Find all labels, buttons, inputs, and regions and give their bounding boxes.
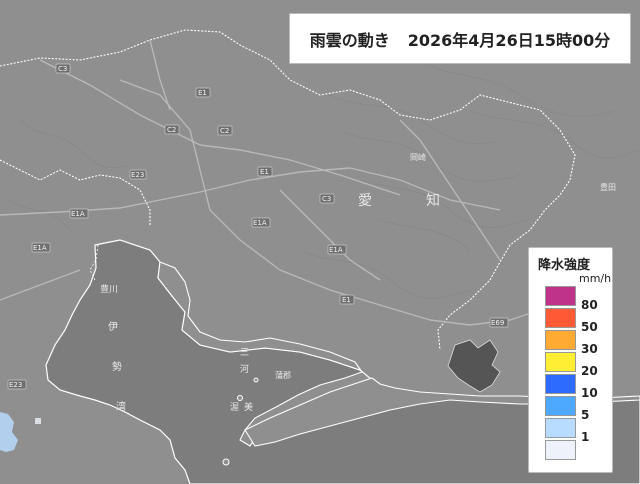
svg-text:E69: E69 — [491, 319, 504, 327]
legend-level-label: 5 — [581, 408, 590, 422]
legend-swatch — [545, 286, 576, 306]
precipitation-legend: 降水強度 mm/h 80 50 30 20 10 5 1 — [528, 247, 613, 473]
legend-level-label: 50 — [581, 320, 598, 334]
legend-title: 降水強度 — [538, 258, 591, 273]
road-badge: E1A — [69, 208, 89, 219]
svg-text:E23: E23 — [9, 381, 22, 389]
road-badge: E23 — [129, 169, 147, 180]
rain-cell — [35, 418, 41, 424]
legend-swatch — [545, 440, 576, 460]
road-badge: C2 — [164, 124, 180, 135]
legend-swatch — [545, 308, 576, 328]
legend-level-label: 10 — [581, 386, 598, 400]
place-label: 勢 — [112, 360, 122, 373]
svg-text:E1: E1 — [342, 296, 351, 304]
legend-swatch — [545, 418, 576, 438]
place-label: 美 — [244, 401, 253, 413]
legend-swatch — [545, 352, 576, 372]
region-char: 愛 — [358, 193, 372, 209]
svg-text:E1A: E1A — [71, 210, 85, 218]
svg-text:E1: E1 — [198, 89, 207, 97]
road-badge: C3 — [319, 193, 335, 204]
legend-level-label: 30 — [581, 342, 598, 356]
map-timestamp: 2026年4月26日15時00分 — [407, 30, 611, 50]
svg-text:C2: C2 — [167, 126, 176, 134]
svg-text:E1A: E1A — [33, 244, 47, 252]
place-label: 豊川 — [100, 283, 118, 295]
place-label: 岡崎 — [410, 152, 426, 162]
legend-level-label: 1 — [581, 430, 590, 444]
place-label: 湾 — [116, 400, 126, 413]
place-label: 伊 — [108, 321, 118, 333]
svg-text:E23: E23 — [131, 171, 144, 179]
place-label: 蒲郡 — [275, 370, 291, 380]
svg-text:C3: C3 — [322, 195, 331, 203]
road-badge: E23 — [7, 379, 27, 390]
svg-text:C2: C2 — [220, 127, 229, 135]
legend-unit: mm/h — [579, 272, 612, 285]
place-label: 豊田 — [600, 182, 616, 192]
legend-level-label: 80 — [581, 298, 598, 312]
island — [253, 377, 259, 383]
road-badge: E1 — [195, 87, 211, 98]
road-badge: C2 — [217, 125, 233, 136]
legend-swatch — [545, 374, 576, 394]
svg-text:E1A: E1A — [253, 219, 267, 227]
road-badge: C3 — [55, 63, 71, 74]
map-title-box: 雨雲の動き 2026年4月26日15時00分 — [289, 13, 631, 64]
svg-text:C3: C3 — [58, 65, 67, 73]
legend-swatch — [545, 396, 576, 416]
region-char: 知 — [426, 192, 440, 209]
island — [237, 395, 243, 401]
svg-text:E1: E1 — [260, 168, 269, 176]
road-badge: E1A — [327, 244, 347, 255]
legend-swatch — [545, 330, 576, 350]
road-badge: E1A — [31, 242, 51, 253]
road-badge: E1 — [339, 294, 355, 305]
legend-level-label: 20 — [581, 364, 598, 378]
svg-text:E1A: E1A — [329, 246, 343, 254]
weather-map: 愛 知 豊川 伊 勢 湾 三 河 蒲郡 渥 美 岡崎 豊田 C3 E1 C2 E… — [0, 0, 640, 484]
island — [222, 458, 230, 466]
road-badge: E69 — [489, 317, 509, 328]
place-label: 河 — [240, 363, 249, 375]
place-label: 渥 — [230, 401, 239, 413]
road-badge: E1A — [251, 217, 271, 228]
map-title: 雨雲の動き — [309, 30, 390, 50]
road-badge: E1 — [257, 166, 273, 177]
place-label: 三 — [240, 348, 249, 358]
